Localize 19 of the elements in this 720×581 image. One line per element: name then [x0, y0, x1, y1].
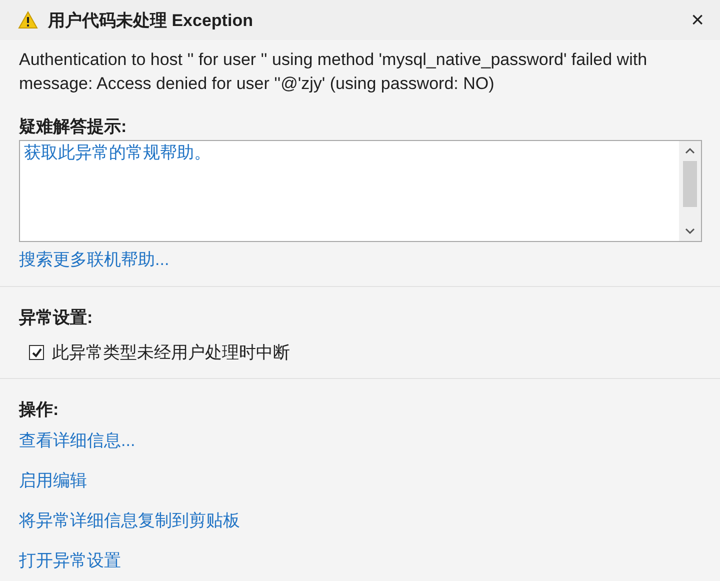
checkbox[interactable]	[29, 345, 44, 360]
checkbox-label: 此异常类型未经用户处理时中断	[52, 342, 290, 364]
scrollbar[interactable]	[679, 141, 701, 241]
section-heading: 疑难解答提示:	[19, 116, 128, 138]
window-title: 用户代码未处理 Exception	[48, 10, 254, 32]
warning-icon	[18, 11, 38, 29]
scroll-thumb[interactable]	[683, 161, 697, 207]
error-message: Authentication to host '' for user '' using method 'mysql_native_password' failed with message: Access denied for user ''@'zjy' (using password: NO)	[19, 49, 648, 95]
section-heading: 操作:	[19, 399, 60, 421]
action-link[interactable]: 打开异常设置	[19, 549, 121, 573]
section-heading: 异常设置:	[19, 307, 94, 329]
online-help-link[interactable]: 搜索更多联机帮助...	[19, 248, 170, 272]
action-link[interactable]: 将异常详细信息复制到剪贴板	[19, 509, 240, 533]
close-button[interactable]: ×	[687, 7, 708, 33]
action-link[interactable]: 查看详细信息...	[19, 429, 136, 453]
help-link[interactable]: 获取此异常的常规帮助。	[24, 141, 211, 165]
scroll-up-icon[interactable]	[685, 147, 695, 155]
action-link[interactable]: 启用编辑	[19, 469, 87, 493]
scroll-down-icon[interactable]	[685, 227, 695, 235]
